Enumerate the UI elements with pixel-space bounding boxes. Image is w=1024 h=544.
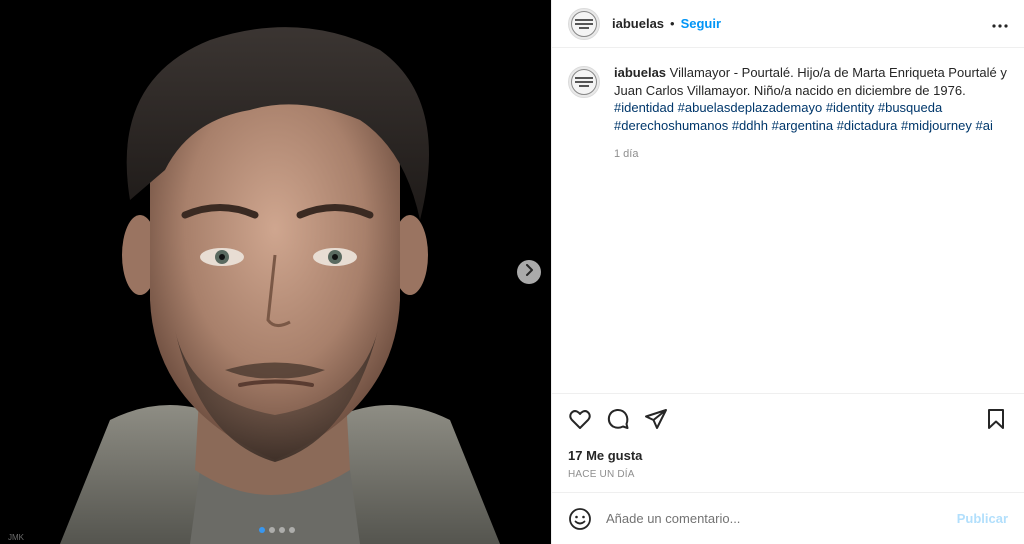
likes-count[interactable]: 17 Me gusta xyxy=(568,448,1008,463)
emoji-icon[interactable] xyxy=(568,507,592,531)
carousel-dot xyxy=(259,527,265,533)
instagram-post: JMK iabuelas • Seguir iabuelas Villamayo… xyxy=(0,0,1024,544)
hashtag-link[interactable]: #identity xyxy=(826,100,874,115)
hashtag-link[interactable]: #derechoshumanos xyxy=(614,118,728,133)
carousel-indicator xyxy=(259,527,295,533)
header-separator: • xyxy=(670,16,675,31)
comment-input[interactable] xyxy=(606,511,957,526)
publish-button[interactable]: Publicar xyxy=(957,511,1008,526)
avatar[interactable] xyxy=(568,66,600,98)
caption-text: iabuelas Villamayor - Pourtalé. Hijo/a d… xyxy=(614,64,1008,164)
hashtag-link[interactable]: #busqueda xyxy=(878,100,942,115)
portrait-image: JMK xyxy=(0,0,551,544)
hashtag-link[interactable]: #ai xyxy=(975,118,992,133)
svg-text:JMK: JMK xyxy=(8,533,25,542)
avatar[interactable] xyxy=(568,7,600,40)
hashtag-link[interactable]: #identidad xyxy=(614,100,674,115)
caption-username[interactable]: iabuelas xyxy=(614,65,666,80)
post-sidebar: iabuelas • Seguir iabuelas Villamayor - … xyxy=(551,0,1024,544)
hashtag-link[interactable]: #abuelasdeplazademayo xyxy=(678,100,823,115)
heart-icon[interactable] xyxy=(568,407,592,431)
profile-logo-icon xyxy=(571,10,597,37)
hashtag-link[interactable]: #ddhh xyxy=(732,118,768,133)
more-horizontal-icon xyxy=(992,15,1008,33)
follow-button[interactable]: Seguir xyxy=(681,16,721,31)
post-timestamp: HACE UN DÍA xyxy=(568,469,635,480)
hashtag-link[interactable]: #argentina xyxy=(772,118,833,133)
profile-logo-icon xyxy=(571,69,597,95)
post-header: iabuelas • Seguir xyxy=(552,0,1024,48)
comment-form: Publicar xyxy=(552,492,1024,544)
action-bar xyxy=(568,394,1008,444)
carousel-dot xyxy=(269,527,275,533)
send-icon[interactable] xyxy=(644,407,668,431)
chevron-right-icon xyxy=(524,263,534,281)
hashtag-link[interactable]: #dictadura xyxy=(837,118,898,133)
next-image-button[interactable] xyxy=(517,260,541,284)
comment-icon[interactable] xyxy=(606,407,630,431)
caption-area: iabuelas Villamayor - Pourtalé. Hijo/a d… xyxy=(552,48,1024,393)
hashtag-link[interactable]: #midjourney xyxy=(901,118,972,133)
caption-time: 1 día xyxy=(614,148,639,160)
more-options-button[interactable] xyxy=(988,12,1012,36)
actions-area: 17 Me gusta HACE UN DÍA xyxy=(552,393,1024,492)
bookmark-icon[interactable] xyxy=(984,407,1008,431)
carousel-dot xyxy=(289,527,295,533)
caption-row: iabuelas Villamayor - Pourtalé. Hijo/a d… xyxy=(568,64,1008,164)
carousel-dot xyxy=(279,527,285,533)
header-username[interactable]: iabuelas xyxy=(612,16,664,31)
caption-body: Villamayor - Pourtalé. Hijo/a de Marta E… xyxy=(614,65,1007,98)
post-media: JMK xyxy=(0,0,551,544)
